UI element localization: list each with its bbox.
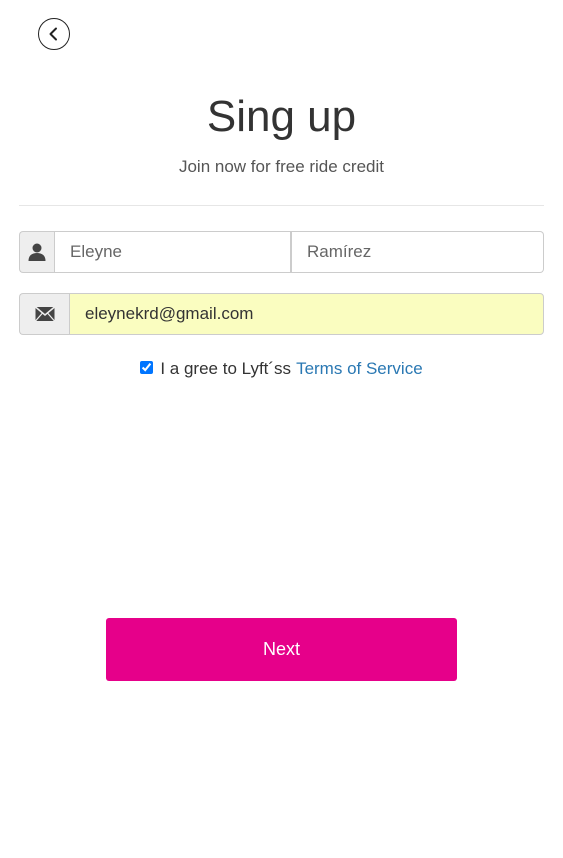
email-input-group [19, 293, 544, 335]
terms-row: I a gree to Lyft´ss Terms of Service [0, 359, 563, 379]
page-title: Sing up [206, 92, 357, 141]
user-icon [28, 243, 46, 261]
terms-text: I a gree to Lyft´ss [160, 359, 292, 378]
name-addon [19, 231, 54, 273]
last-name-input[interactable] [292, 231, 544, 273]
envelope-icon [34, 306, 55, 322]
email-addon [19, 293, 69, 335]
terms-checkbox[interactable] [140, 360, 154, 374]
header-divider [19, 205, 544, 206]
page-subtitle: Join now for free ride credit [178, 157, 385, 176]
email-input[interactable] [69, 293, 544, 335]
back-button[interactable] [38, 18, 70, 50]
next-button[interactable]: Next [106, 618, 457, 681]
signup-page: Sing up Join now for free ride credit I … [0, 0, 563, 858]
first-name-input[interactable] [54, 231, 292, 273]
terms-of-service-link[interactable]: Terms of Service [296, 359, 423, 379]
name-input-group [19, 231, 544, 273]
chevron-left-icon [49, 27, 57, 41]
